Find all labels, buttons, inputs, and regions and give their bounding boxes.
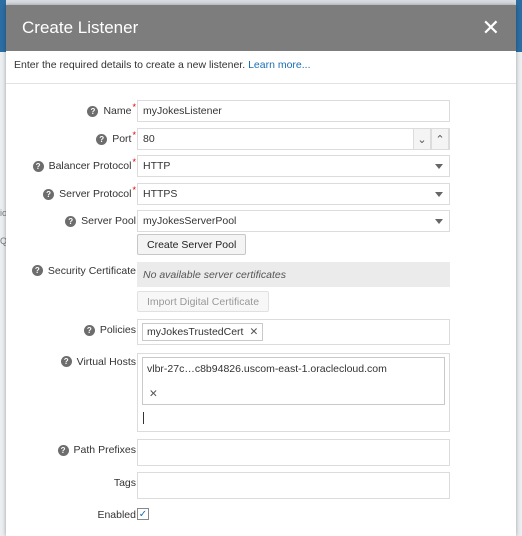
background-app-right [516, 52, 522, 536]
server-protocol-select[interactable]: HTTPS [137, 183, 450, 205]
help-icon[interactable]: ? [83, 324, 95, 336]
enabled-checkbox[interactable]: ✓ [137, 508, 149, 520]
port-value: 80 [143, 133, 155, 145]
path-prefixes-label: ? Path Prefixes [57, 439, 136, 461]
help-icon[interactable]: ? [96, 133, 108, 145]
required-marker: * [132, 157, 136, 167]
background-header-right [516, 0, 522, 52]
intro-text: Enter the required details to create a n… [6, 51, 516, 83]
dialog-header: Create Listener ✕ [6, 5, 516, 51]
port-input[interactable]: 80 ⌄ ⌃ [137, 128, 450, 150]
tags-input[interactable] [137, 472, 450, 499]
virtual-hosts-label: ? Virtual Hosts [60, 353, 136, 370]
help-icon[interactable]: ? [57, 444, 69, 456]
help-icon[interactable]: ? [87, 105, 99, 117]
policies-label: ? Policies [83, 319, 136, 341]
dialog-title: Create Listener [22, 18, 139, 37]
import-digital-certificate-button: Import Digital Certificate [137, 291, 270, 312]
balancer-protocol-select[interactable]: HTTP [137, 155, 450, 177]
help-icon[interactable]: ? [43, 188, 55, 200]
required-marker: * [132, 130, 136, 140]
help-icon[interactable]: ? [65, 215, 77, 227]
required-marker: * [132, 102, 136, 112]
chevron-down-icon[interactable]: ⌄ [413, 128, 431, 150]
text-cursor [143, 412, 144, 424]
chevron-up-icon[interactable]: ⌃ [431, 128, 449, 150]
enabled-label: Enabled [97, 509, 136, 521]
virtual-hosts-input[interactable]: vlbr-27c…c8b94826.uscom-east-1.oracleclo… [137, 353, 450, 432]
remove-x-icon[interactable]: ✕ [149, 386, 158, 402]
create-listener-dialog: Create Listener ✕ Enter the required det… [6, 5, 516, 536]
server-protocol-label: ? Server Protocol * [43, 183, 136, 205]
help-icon[interactable]: ? [31, 265, 43, 276]
remove-x-icon[interactable]: ✕ [249, 326, 258, 338]
policies-input[interactable]: myJokesTrustedCert ✕ [137, 319, 450, 345]
path-prefixes-input[interactable] [137, 439, 450, 466]
security-certificate-field: No available server certificates [137, 262, 450, 287]
port-stepper: ⌄ ⌃ [413, 128, 449, 150]
intro-description: Enter the required details to create a n… [14, 59, 246, 71]
security-certificate-label: ? Security Certificate [31, 262, 136, 279]
checkmark-icon: ✓ [138, 508, 148, 520]
help-icon[interactable]: ? [32, 160, 44, 172]
balancer-protocol-label: ? Balancer Protocol * [32, 155, 136, 177]
divider [6, 83, 516, 84]
policy-chip: myJokesTrustedCert ✕ [142, 323, 264, 341]
create-server-pool-button[interactable]: Create Server Pool [137, 234, 247, 255]
close-icon[interactable]: ✕ [482, 17, 500, 39]
tags-label: Tags [113, 477, 136, 489]
required-marker: * [132, 185, 136, 195]
server-pool-label: ? Server Pool [65, 210, 136, 232]
name-input[interactable]: myJokesListener [137, 100, 450, 122]
name-label: ? Name * [87, 100, 136, 122]
virtual-host-chip: vlbr-27c…c8b94826.uscom-east-1.oracleclo… [142, 357, 445, 405]
learn-more-link[interactable]: Learn more... [248, 59, 310, 71]
server-pool-select[interactable]: myJokesServerPool [137, 210, 450, 232]
help-icon[interactable]: ? [60, 356, 72, 367]
port-label: ? Port * [96, 128, 136, 150]
